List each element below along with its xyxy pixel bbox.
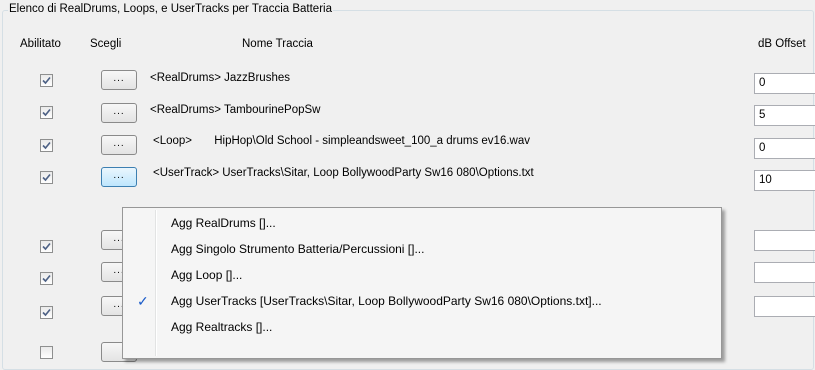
menu-item-add-realtracks[interactable]: Agg Realtracks []...	[125, 314, 719, 340]
choose-track-button[interactable]: ...	[101, 103, 137, 123]
db-offset-field[interactable]: 0	[754, 73, 815, 94]
checkmark-icon	[42, 173, 51, 182]
menu-item-add-realdrums[interactable]: Agg RealDrums []...	[125, 210, 719, 236]
db-offset-field[interactable]: 0	[754, 138, 815, 159]
db-offset-field[interactable]: 5	[754, 105, 815, 126]
menu-item-label: Agg Loop []...	[171, 268, 243, 282]
check-icon: ✓	[137, 293, 149, 309]
track-title: UserTracks\Sitar, Loop BollywoodParty Sw…	[222, 167, 534, 179]
header-track-name: Nome Traccia	[242, 38, 313, 50]
header-choose: Scegli	[90, 38, 122, 50]
track-name: <Loop> HipHop\Old School - simpleandswee…	[153, 135, 530, 147]
enabled-checkbox[interactable]	[40, 139, 53, 152]
choose-track-button[interactable]: ...	[101, 70, 137, 90]
checkmark-icon	[42, 76, 51, 85]
menu-item-label: Agg RealDrums []...	[171, 216, 276, 230]
track-title: JazzBrushes	[224, 72, 290, 84]
checkmark-icon	[42, 108, 51, 117]
add-track-context-menu: Agg RealDrums []... Agg Singolo Strument…	[122, 207, 722, 359]
track-type: <RealDrums>	[150, 104, 221, 116]
db-offset-field[interactable]: 10	[754, 170, 815, 191]
enabled-checkbox[interactable]	[40, 346, 53, 359]
track-title: HipHop\Old School - simpleandsweet_100_a…	[214, 135, 530, 147]
menu-item-label: Agg Singolo Strumento Batteria/Percussio…	[171, 242, 425, 256]
menu-item-add-loop[interactable]: Agg Loop []...	[125, 262, 719, 288]
track-name: <RealDrums> TambourinePopSw	[150, 104, 320, 116]
enabled-checkbox[interactable]	[40, 171, 53, 184]
track-type: <Loop>	[153, 135, 193, 147]
menu-item-add-usertracks[interactable]: ✓ Agg UserTracks [UserTracks\Sitar, Loop…	[125, 288, 719, 314]
menu-item-label: Agg Realtracks []...	[171, 320, 273, 334]
enabled-checkbox[interactable]	[40, 74, 53, 87]
track-name: <UserTrack> UserTracks\Sitar, Loop Bolly…	[153, 167, 534, 179]
menu-item-add-single-drum-instrument[interactable]: Agg Singolo Strumento Batteria/Percussio…	[125, 236, 719, 262]
header-db-offset: dB Offset	[758, 38, 806, 50]
track-row: ... <Loop> HipHop\Old School - simpleand…	[0, 126, 815, 159]
group-title: Elenco di RealDrums, Loops, e UserTracks…	[8, 3, 333, 15]
enabled-checkbox[interactable]	[40, 106, 53, 119]
choose-track-button[interactable]: ...	[101, 135, 137, 155]
header-enabled: Abilitato	[20, 38, 61, 50]
track-row: ... <UserTrack> UserTracks\Sitar, Loop B…	[0, 158, 815, 191]
track-name: <RealDrums> JazzBrushes	[150, 72, 290, 84]
track-row: ... <RealDrums> TambourinePopSw 5	[0, 94, 815, 126]
track-type: <RealDrums>	[150, 72, 221, 84]
track-type: <UserTrack>	[153, 167, 220, 179]
menu-item-label: Agg UserTracks [UserTracks\Sitar, Loop B…	[171, 294, 602, 308]
checkmark-icon	[42, 141, 51, 150]
choose-track-button[interactable]: ...	[101, 167, 137, 187]
track-title: TambourinePopSw	[223, 104, 321, 116]
track-row: ... <RealDrums> JazzBrushes 0	[0, 62, 815, 94]
